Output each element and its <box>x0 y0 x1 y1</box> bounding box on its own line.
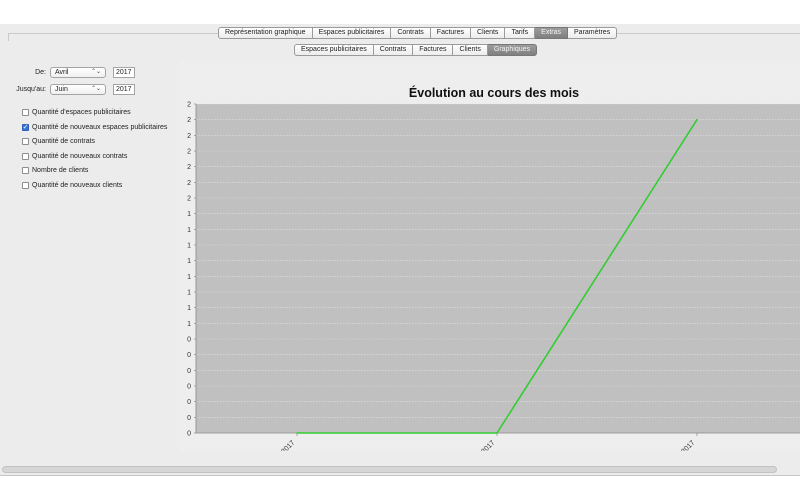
y-tick-label: 0 <box>187 384 191 391</box>
tab-parametres[interactable]: Paramètres <box>568 27 618 39</box>
checkbox-label: Quantité de nouveaux clients <box>32 181 123 189</box>
y-tick-label: 2 <box>187 117 191 124</box>
tab-contrats[interactable]: Contrats <box>391 27 431 39</box>
checkbox[interactable] <box>22 181 29 189</box>
checkmark-icon: ✓ <box>22 123 29 131</box>
horizontal-scrollbar[interactable] <box>2 466 777 473</box>
checkbox-row[interactable]: Nombre de clients <box>22 165 88 175</box>
checkbox-label: Quantité de contrats <box>32 137 96 145</box>
checkbox-row[interactable]: ✓ Quantité de nouveaux espaces publicita… <box>22 122 167 132</box>
y-tick-label: 2 <box>187 164 191 171</box>
data-point <box>296 432 298 434</box>
y-tick-label: 0 <box>187 431 191 438</box>
y-tick-label: 2 <box>187 180 191 187</box>
plot-area <box>196 104 800 433</box>
checkbox-checked[interactable]: ✓ <box>22 123 29 131</box>
from-year-field[interactable]: 2017 <box>113 66 135 78</box>
checkbox-row[interactable]: Quantité d'espaces publicitaires <box>22 107 131 117</box>
checkbox-label: Nombre de clients <box>32 166 89 174</box>
chart-panel: Évolution au cours des mois 0 0 0 0 0 0 0 1 1 1 1 1 1… <box>180 61 800 451</box>
tab-espaces-publicitaires[interactable]: Espaces publicitaires <box>312 27 392 39</box>
y-tick-label: 2 <box>187 133 191 140</box>
checkbox-label: Quantité de nouveaux contrats <box>32 152 128 160</box>
select-arrows-icon: ⌃⌄ <box>90 69 101 75</box>
y-tick-label: 1 <box>187 274 191 281</box>
to-date-row: Jusqu'au: Juin ⌃⌄ 2017 <box>10 83 135 95</box>
tab-factures[interactable]: Factures <box>430 27 472 39</box>
tab-extras[interactable]: Extras <box>535 27 569 39</box>
checkbox-row[interactable]: Quantité de contrats <box>22 136 95 146</box>
chart-title: Évolution au cours des mois <box>409 85 579 100</box>
checkbox[interactable] <box>22 152 29 160</box>
checkbox-label: Quantité de nouveaux espaces publicitair… <box>32 123 168 131</box>
y-tick-label: 2 <box>187 196 191 203</box>
checkbox[interactable] <box>22 137 29 145</box>
app-window: Représentation graphique Espaces publici… <box>0 24 800 476</box>
filter-sidebar: De: Avril ⌃⌄ 2017 Jusqu'au: Juin ⌃⌄ 2017… <box>10 61 180 451</box>
y-tick-label: 1 <box>187 258 191 265</box>
from-month-value: Avril <box>55 68 69 76</box>
subtab-graphiques[interactable]: Graphiques <box>487 44 538 56</box>
window-bottom-border <box>0 475 800 476</box>
y-tick-label: 1 <box>187 211 191 218</box>
y-tick-label: 0 <box>187 337 191 344</box>
x-tick-label: 04.2017 <box>274 439 297 451</box>
x-tick-label: 06.2017 <box>674 439 697 451</box>
y-tick-label: 1 <box>187 227 191 234</box>
tab-tarifs[interactable]: Tarifs <box>505 27 536 39</box>
y-tick-label: 1 <box>187 321 191 328</box>
to-month-select[interactable]: Juin ⌃⌄ <box>50 83 106 95</box>
from-date-row: De: Avril ⌃⌄ 2017 <box>10 66 135 78</box>
main-tab-bar: Représentation graphique Espaces publici… <box>218 27 618 39</box>
x-tick-label: 05.2017 <box>474 439 497 451</box>
to-label: Jusqu'au: <box>16 85 46 93</box>
checkbox-row[interactable]: Quantité de nouveaux clients <box>22 180 122 190</box>
from-label: De: <box>35 68 46 76</box>
y-tick-label: 0 <box>187 352 191 359</box>
tab-clients[interactable]: Clients <box>471 27 506 39</box>
subtab-clients[interactable]: Clients <box>453 44 488 56</box>
y-tick-label: 1 <box>187 305 191 312</box>
tab-representation-graphique[interactable]: Représentation graphique <box>218 27 313 39</box>
y-tick-label: 1 <box>187 243 191 250</box>
y-tick-label: 2 <box>187 149 191 156</box>
to-year-field[interactable]: 2017 <box>113 83 135 95</box>
checkbox-label: Quantité d'espaces publicitaires <box>32 108 131 116</box>
select-arrows-icon: ⌃⌄ <box>90 86 101 92</box>
data-point <box>696 118 698 121</box>
line-chart: Évolution au cours des mois 0 0 0 0 0 0 0 1 1 1 1 1 1… <box>187 85 800 451</box>
y-tick-label: 0 <box>187 415 191 422</box>
checkbox-row[interactable]: Quantité de nouveaux contrats <box>22 151 127 161</box>
subtab-factures[interactable]: Factures <box>413 44 454 56</box>
y-tick-label: 2 <box>187 102 191 109</box>
y-tick-label: 1 <box>187 290 191 297</box>
checkbox[interactable] <box>22 166 29 174</box>
y-tick-label: 0 <box>187 368 191 375</box>
sub-tab-bar: Espaces publicitaires Contrats Factures … <box>294 44 538 56</box>
subtab-espaces-publicitaires[interactable]: Espaces publicitaires <box>294 44 374 56</box>
from-month-select[interactable]: Avril ⌃⌄ <box>50 66 106 78</box>
subtab-contrats[interactable]: Contrats <box>373 44 414 56</box>
y-tick-label: 0 <box>187 399 191 406</box>
checkbox[interactable] <box>22 108 29 116</box>
data-point <box>496 432 498 434</box>
to-month-value: Juin <box>55 85 68 93</box>
